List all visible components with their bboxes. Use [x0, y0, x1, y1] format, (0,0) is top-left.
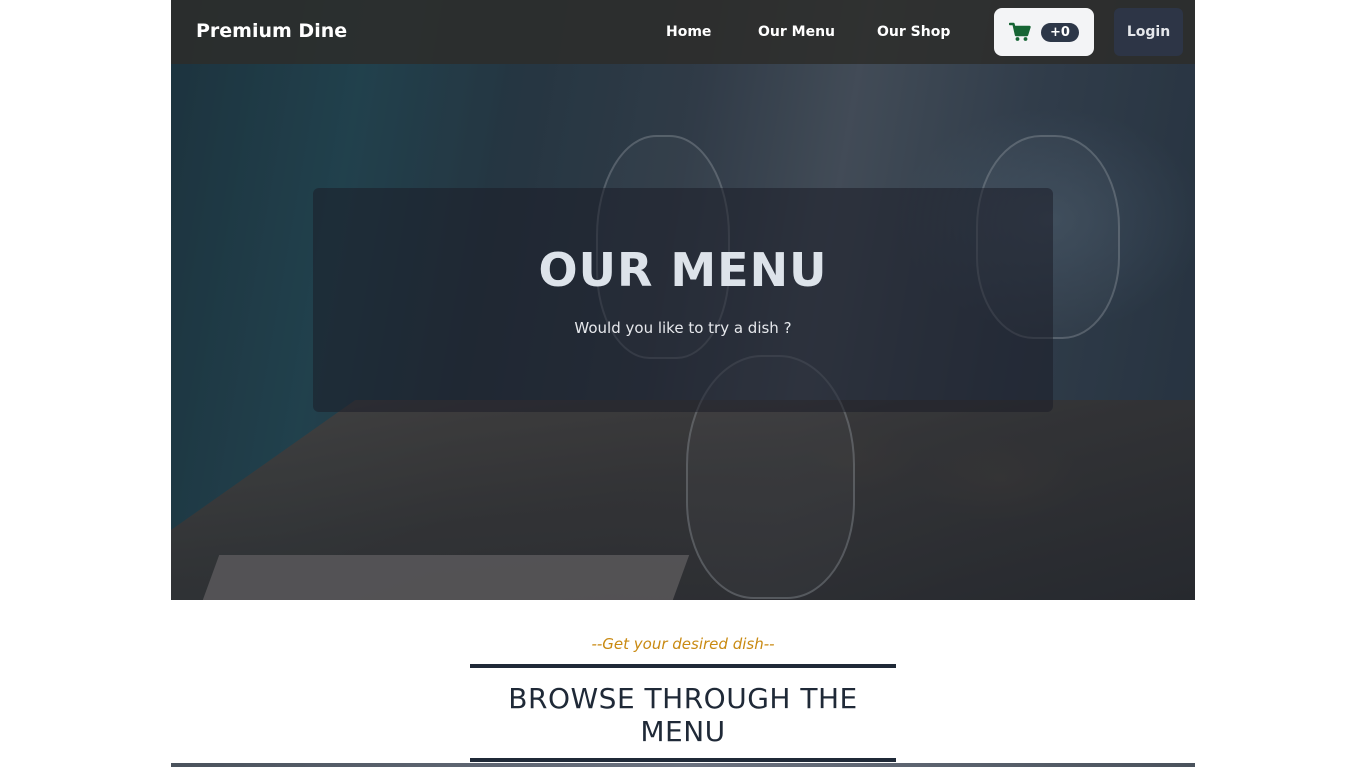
section-heading: BROWSE THROUGH THE MENU: [508, 682, 858, 748]
hero-subtitle: Would you like to try a dish ?: [574, 319, 792, 337]
section-heading-box: BROWSE THROUGH THE MENU: [470, 664, 896, 762]
navbar: Premium Dine Home Our Menu Our Shop +0 L…: [171, 0, 1195, 64]
cart-button[interactable]: +0: [994, 8, 1094, 56]
next-section-image-edge: [171, 763, 1195, 767]
nav-link-home[interactable]: Home: [666, 24, 711, 40]
hero-title: OUR MENU: [538, 243, 828, 297]
menu-section-heading: --Get your desired dish-- BROWSE THROUGH…: [171, 600, 1195, 762]
nav-link-our-shop[interactable]: Our Shop: [877, 24, 950, 40]
cart-count-badge: +0: [1041, 22, 1079, 42]
login-button[interactable]: Login: [1114, 8, 1183, 56]
section-kicker: --Get your desired dish--: [591, 635, 775, 653]
shopping-cart-icon: [1009, 22, 1031, 41]
brand-logo-link[interactable]: Premium Dine: [196, 20, 347, 42]
hero-banner: OUR MENU Would you like to try a dish ?: [171, 0, 1195, 600]
main-container: OUR MENU Would you like to try a dish ? …: [171, 0, 1195, 767]
nav-link-our-menu[interactable]: Our Menu: [758, 24, 835, 40]
page: OUR MENU Would you like to try a dish ? …: [0, 0, 1366, 767]
hero-card: OUR MENU Would you like to try a dish ?: [313, 188, 1053, 412]
